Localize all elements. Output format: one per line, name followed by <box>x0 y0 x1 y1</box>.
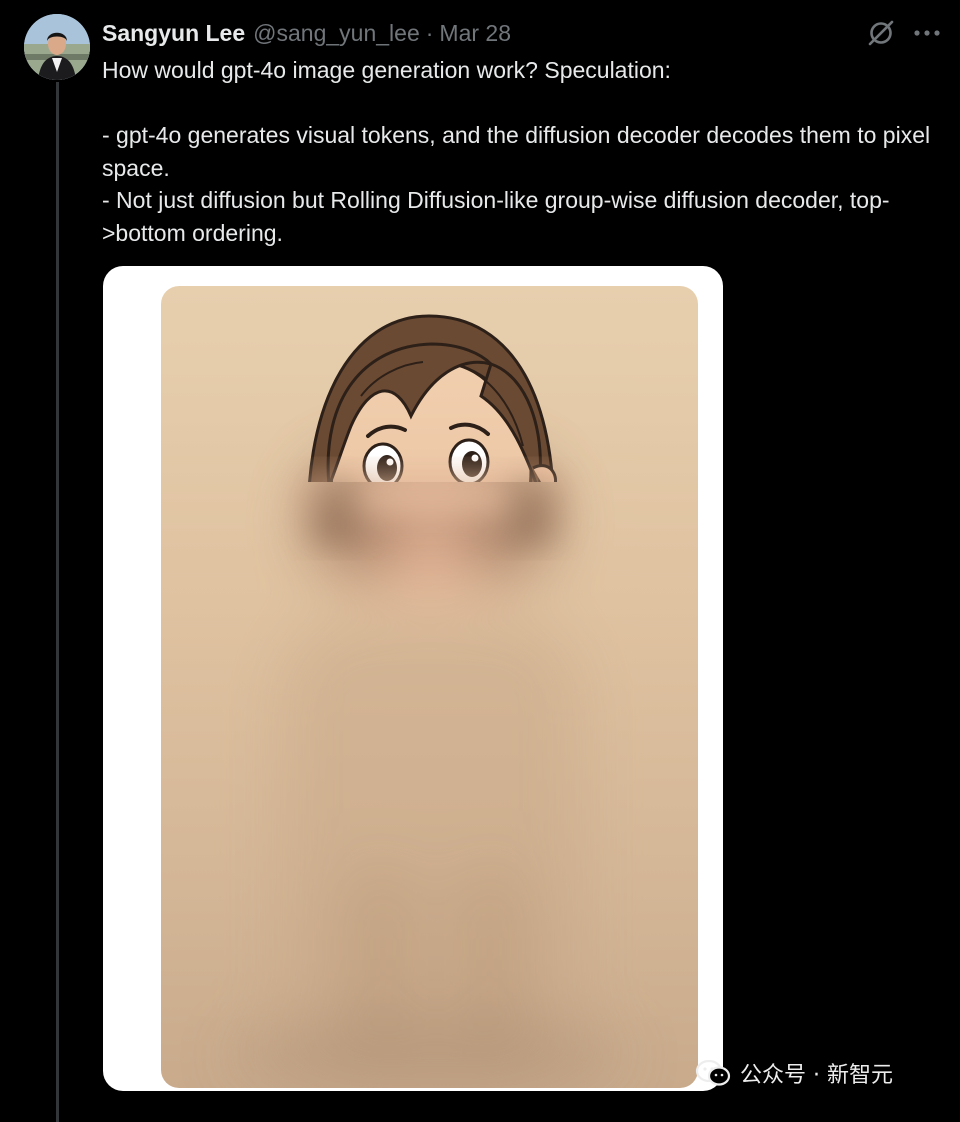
watermark-text: 公众号 · 新智元 <box>740 1063 893 1088</box>
avatar[interactable] <box>24 14 90 80</box>
watermark: 公众号 · 新智元 <box>694 1056 893 1090</box>
tweet-header: Sangyun Lee @sang_yun_lee · Mar 28 <box>102 16 511 50</box>
media-card[interactable] <box>103 266 723 1091</box>
tweet-line: - Not just diffusion but Rolling Diffusi… <box>102 187 890 246</box>
tweet-line: - gpt-4o generates visual tokens, and th… <box>102 122 931 181</box>
tweet-image[interactable] <box>161 286 698 1088</box>
tweet-text: How would gpt-4o image generation work? … <box>102 54 947 249</box>
grok-icon[interactable] <box>866 18 896 48</box>
more-icon[interactable] <box>912 20 942 46</box>
wechat-icon <box>695 1059 731 1086</box>
tweet-date[interactable]: Mar 28 <box>439 20 511 47</box>
tweet-line: How would gpt-4o image generation work? … <box>102 57 671 83</box>
author-name[interactable]: Sangyun Lee <box>102 20 245 47</box>
header-separator: · <box>425 19 434 46</box>
thread-line <box>56 82 59 1122</box>
author-handle[interactable]: @sang_yun_lee <box>253 20 420 47</box>
